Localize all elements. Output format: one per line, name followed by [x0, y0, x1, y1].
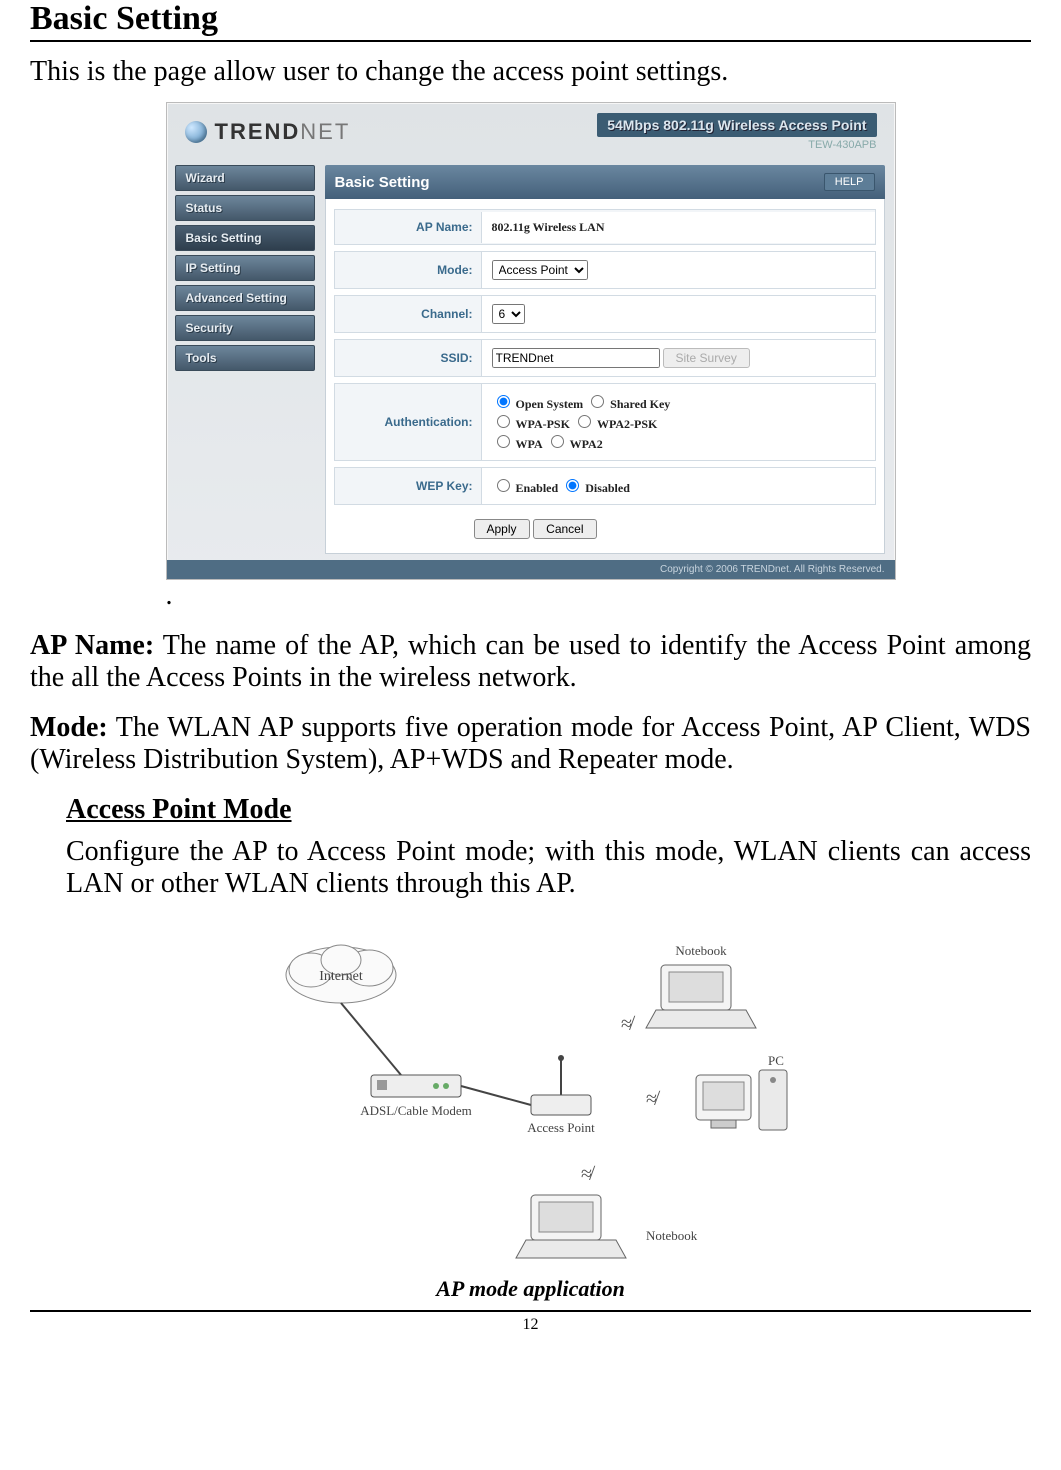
notebook-icon: Notebook: [646, 943, 756, 1028]
internet-cloud-icon: Internet: [286, 945, 396, 1003]
trailing-dot: .: [166, 580, 173, 611]
copyright-footer: Copyright © 2006 TRENDnet. All Rights Re…: [167, 560, 895, 579]
auth-wpa-psk[interactable]: WPA-PSK: [492, 417, 570, 431]
access-point-icon: Access Point: [527, 1055, 595, 1135]
modem-icon: ADSL/Cable Modem: [360, 1075, 472, 1118]
sidebar-item-ip-setting[interactable]: IP Setting: [175, 255, 315, 281]
mode-label: Mode:: [335, 253, 481, 287]
internet-label: Internet: [319, 969, 363, 984]
channel-label: Channel:: [335, 297, 481, 331]
modem-label: ADSL/Cable Modem: [360, 1103, 472, 1118]
intro-text: This is the page allow user to change th…: [30, 56, 1031, 88]
channel-select[interactable]: 6: [492, 304, 525, 324]
page-title: Basic Setting: [30, 0, 1031, 42]
router-admin-screenshot: TRENDNET 54Mbps 802.11g Wireless Access …: [166, 102, 896, 580]
wep-enabled[interactable]: Enabled: [492, 481, 559, 495]
cancel-button[interactable]: Cancel: [533, 519, 596, 539]
notebook-label: Notebook: [675, 943, 727, 958]
sidebar-item-security[interactable]: Security: [175, 315, 315, 341]
ap-label: Access Point: [527, 1120, 595, 1135]
page-number: 12: [523, 1316, 539, 1333]
diagram-caption: AP mode application: [30, 1276, 1031, 1302]
sidebar-item-advanced-setting[interactable]: Advanced Setting: [175, 285, 315, 311]
apply-button[interactable]: Apply: [474, 519, 530, 539]
sidebar-item-tools[interactable]: Tools: [175, 345, 315, 371]
auth-wpa2-psk[interactable]: WPA2-PSK: [573, 417, 657, 431]
ap-name-value: 802.11g Wireless LAN: [492, 220, 605, 234]
pc-label: PC: [768, 1053, 784, 1068]
product-model: TEW-430APB: [597, 139, 876, 151]
ssid-label: SSID:: [335, 341, 481, 375]
auth-open-system[interactable]: Open System: [492, 397, 584, 411]
mode-select[interactable]: Access Point: [492, 260, 588, 280]
wireless-icon: ≉: [646, 1088, 661, 1110]
sidebar-item-basic-setting[interactable]: Basic Setting: [175, 225, 315, 251]
wireless-icon: ≉: [581, 1163, 596, 1185]
wep-disabled[interactable]: Disabled: [561, 481, 630, 495]
pc-icon: PC: [696, 1053, 787, 1130]
site-survey-button[interactable]: Site Survey: [663, 348, 750, 368]
sidebar: Wizard Status Basic Setting IP Setting A…: [175, 165, 315, 554]
product-title: 54Mbps 802.11g Wireless Access Point: [597, 113, 876, 137]
ap-name-label: AP Name:: [335, 210, 481, 244]
panel-title: Basic Setting: [335, 174, 430, 191]
brand-name: TRENDNET: [215, 119, 351, 145]
wireless-icon: ≉: [621, 1013, 636, 1035]
auth-wpa2[interactable]: WPA2: [546, 437, 603, 451]
ssid-input[interactable]: [492, 348, 660, 368]
sidebar-item-wizard[interactable]: Wizard: [175, 165, 315, 191]
auth-shared-key[interactable]: Shared Key: [586, 397, 670, 411]
sidebar-item-status[interactable]: Status: [175, 195, 315, 221]
ap-mode-diagram: Internet ADSL/Cable Modem Access Point: [251, 920, 811, 1270]
access-point-mode-heading: Access Point Mode: [66, 794, 1031, 826]
auth-label: Authentication:: [335, 405, 481, 439]
notebook-icon: Notebook: [516, 1195, 698, 1258]
mode-description: Mode: The WLAN AP supports five operatio…: [30, 712, 1031, 776]
notebook-label: Notebook: [646, 1228, 698, 1243]
ap-name-description: AP Name: The name of the AP, which can b…: [30, 630, 1031, 694]
wep-label: WEP Key:: [335, 469, 481, 503]
auth-wpa[interactable]: WPA: [492, 437, 543, 451]
access-point-mode-text: Configure the AP to Access Point mode; w…: [66, 836, 1031, 900]
brand-logo-icon: [185, 121, 207, 143]
help-button[interactable]: HELP: [824, 173, 875, 191]
